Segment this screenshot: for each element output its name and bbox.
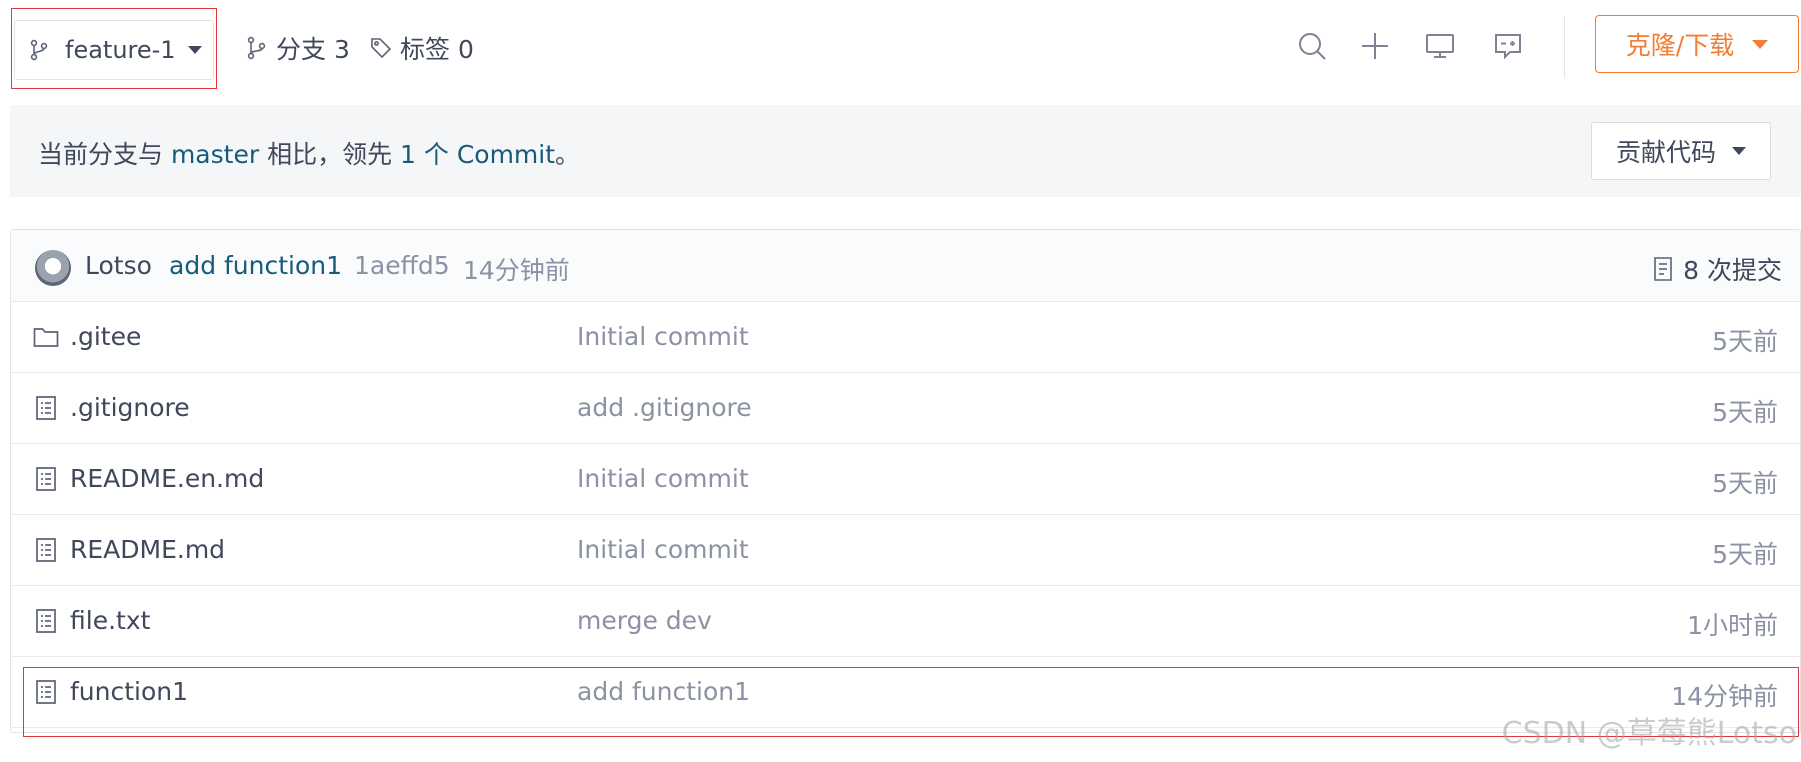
chevron-down-icon bbox=[1752, 39, 1769, 49]
tags-link[interactable]: 标签 0 bbox=[368, 30, 474, 66]
table-row[interactable]: file.txt merge dev 1小时前 bbox=[11, 586, 1800, 657]
file-name[interactable]: file.txt bbox=[70, 606, 150, 635]
branch-name: feature-1 bbox=[65, 36, 176, 64]
table-row[interactable]: .gitignore add .gitignore 5天前 bbox=[11, 373, 1800, 444]
contribute-code-button[interactable]: 贡献代码 bbox=[1591, 122, 1771, 180]
clone-download-label: 克隆/下载 bbox=[1625, 31, 1735, 60]
file-commit-message[interactable]: Initial commit bbox=[577, 322, 749, 351]
compare-prefix: 当前分支与 bbox=[38, 140, 171, 169]
repo-toolbar: feature-1 分支 3 标签 0 克隆/下载 bbox=[0, 0, 1801, 98]
commits-icon bbox=[1651, 255, 1675, 283]
watermark: CSDN @草莓熊Lotso bbox=[1501, 716, 1797, 751]
branch-compare-banner: 当前分支与 master 相比，领先 1 个 Commit。 贡献代码 bbox=[10, 105, 1801, 197]
file-commit-time: 5天前 bbox=[1712, 469, 1778, 498]
file-name[interactable]: README.en.md bbox=[70, 464, 264, 493]
table-row[interactable]: .gitee Initial commit 5天前 bbox=[11, 302, 1800, 373]
contribute-code-label: 贡献代码 bbox=[1615, 138, 1716, 167]
file-icon bbox=[33, 608, 59, 634]
plus-icon[interactable] bbox=[1359, 30, 1391, 62]
chevron-down-icon bbox=[1732, 147, 1746, 155]
file-commit-time: 5天前 bbox=[1712, 540, 1778, 569]
commit-message[interactable]: add function1 bbox=[169, 251, 342, 280]
file-commit-message[interactable]: merge dev bbox=[577, 606, 712, 635]
latest-commit-bar: Lotso add function1 1aeffd5 14分钟前 8 次提交 bbox=[11, 230, 1800, 302]
file-name[interactable]: .gitignore bbox=[70, 393, 190, 422]
table-row[interactable]: README.md Initial commit 5天前 bbox=[11, 515, 1800, 586]
file-commit-time: 5天前 bbox=[1712, 327, 1778, 356]
file-list: Lotso add function1 1aeffd5 14分钟前 8 次提交 … bbox=[10, 229, 1801, 733]
base-branch-link[interactable]: master bbox=[171, 140, 259, 169]
commit-time: 14分钟前 bbox=[463, 256, 570, 285]
compare-suffix: 。 bbox=[555, 140, 581, 169]
avatar[interactable] bbox=[35, 250, 71, 286]
git-branch-icon bbox=[27, 38, 51, 62]
file-commit-message[interactable]: add function1 bbox=[577, 677, 750, 706]
ahead-commits-link[interactable]: 1 个 Commit bbox=[400, 140, 555, 169]
toolbar-divider bbox=[1564, 16, 1565, 78]
file-name[interactable]: function1 bbox=[70, 677, 188, 706]
commit-sha[interactable]: 1aeffd5 bbox=[354, 251, 450, 280]
commit-count-label: 8 次提交 bbox=[1683, 256, 1782, 285]
file-icon bbox=[33, 466, 59, 492]
file-commit-time: 1小时前 bbox=[1687, 611, 1778, 640]
file-icon bbox=[33, 395, 59, 421]
file-name[interactable]: .gitee bbox=[70, 322, 141, 351]
file-icon bbox=[33, 537, 59, 563]
compare-text: 当前分支与 master 相比，领先 1 个 Commit。 bbox=[38, 135, 580, 171]
file-commit-message[interactable]: Initial commit bbox=[577, 464, 749, 493]
table-row[interactable]: README.en.md Initial commit 5天前 bbox=[11, 444, 1800, 515]
file-name[interactable]: README.md bbox=[70, 535, 225, 564]
search-icon[interactable] bbox=[1296, 30, 1328, 62]
tag-icon bbox=[368, 35, 394, 61]
branches-icon bbox=[244, 35, 270, 61]
branches-count-label: 分支 3 bbox=[276, 35, 350, 64]
monitor-icon[interactable] bbox=[1424, 30, 1456, 62]
tags-count-label: 标签 0 bbox=[400, 35, 474, 64]
clone-download-button[interactable]: 克隆/下载 bbox=[1595, 15, 1799, 73]
commit-author[interactable]: Lotso bbox=[85, 251, 152, 280]
folder-icon bbox=[33, 324, 59, 350]
branches-link[interactable]: 分支 3 bbox=[244, 30, 350, 66]
file-commit-message[interactable]: add .gitignore bbox=[577, 393, 752, 422]
compare-middle: 相比，领先 bbox=[259, 140, 401, 169]
commit-count-link[interactable]: 8 次提交 bbox=[1651, 251, 1782, 287]
chevron-down-icon bbox=[187, 46, 202, 54]
comment-icon[interactable] bbox=[1492, 30, 1524, 62]
file-commit-time: 5天前 bbox=[1712, 398, 1778, 427]
file-icon bbox=[33, 679, 59, 705]
file-commit-message[interactable]: Initial commit bbox=[577, 535, 749, 564]
branch-selector[interactable]: feature-1 bbox=[14, 20, 214, 80]
